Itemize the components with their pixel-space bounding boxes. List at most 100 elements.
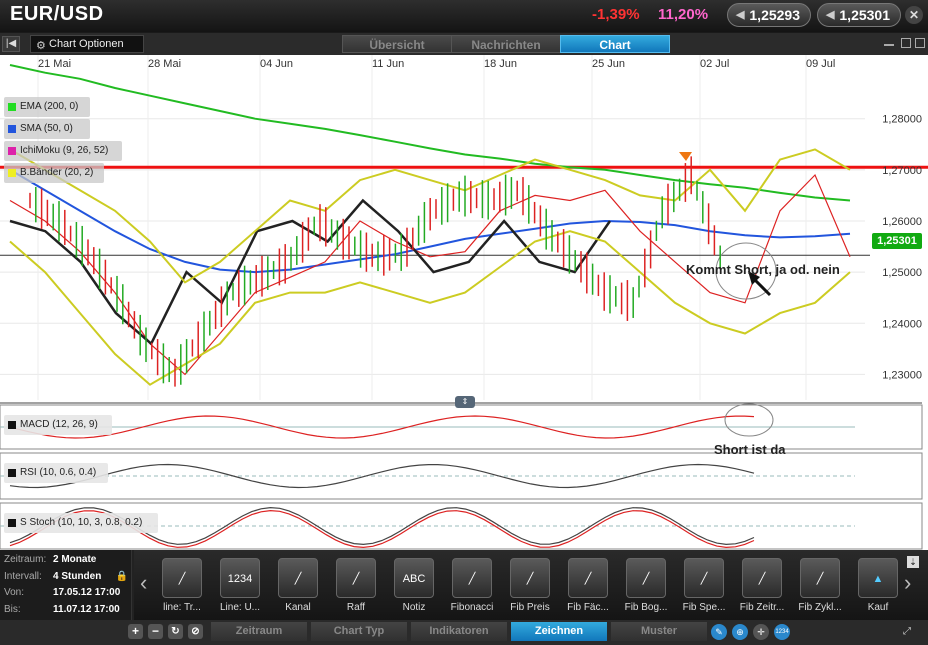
bollinger-swatch <box>8 169 16 177</box>
chart-options-button[interactable]: ⚙ Chart Optionen <box>30 35 144 53</box>
tab-row: |◀ ⚙ Chart Optionen Übersicht Nachrichten… <box>0 33 928 55</box>
x-tick-label: 04 Jun <box>260 58 293 70</box>
y-tick-label: 1,23000 <box>882 369 922 381</box>
tools-next-icon[interactable]: › <box>904 570 911 596</box>
subpane-frame <box>0 452 923 500</box>
tab-nachrichten[interactable]: Nachrichten <box>451 35 561 53</box>
tab-muster[interactable]: Muster <box>611 622 707 641</box>
raff-icon: ╱ <box>336 558 376 598</box>
tool-note[interactable]: ABC Notiz <box>390 558 438 618</box>
x-tick-label: 02 Jul <box>700 58 729 70</box>
pen-icon[interactable]: ✎ <box>711 624 727 640</box>
tab-indikatoren[interactable]: Indikatoren <box>411 622 507 641</box>
bid-arrow-icon: ◀ <box>736 9 745 21</box>
sma-swatch <box>8 125 16 133</box>
restore-icon[interactable] <box>915 38 925 48</box>
tab-uebersicht[interactable]: Übersicht <box>342 35 452 53</box>
tool-channel[interactable]: ╱ Kanal <box>274 558 322 618</box>
tool-fib-fan[interactable]: ╱ Fib Fäc... <box>564 558 612 618</box>
collapse-icon[interactable]: ⇣ <box>907 556 919 568</box>
symbol-title: EUR/USD <box>10 3 104 25</box>
ask-button[interactable]: ◀ 1,25301 <box>817 3 901 27</box>
gear-icon: ⚙ <box>36 40 46 52</box>
fullscreen-icon[interactable]: ⤢ <box>892 625 922 639</box>
tool-hline-value[interactable]: 1234 Line: U... <box>216 558 264 618</box>
main-pane <box>0 55 928 403</box>
reset-icon[interactable]: ⊘ <box>188 624 203 639</box>
tab-chart-typ[interactable]: Chart Typ <box>311 622 407 641</box>
y-tick-label: 1,27000 <box>882 165 922 177</box>
tools-prev-icon[interactable]: ‹ <box>140 570 147 596</box>
fibonacci-icon: ╱ <box>452 558 492 598</box>
range-info: Zeitraum: 2 Monate Intervall: 4 Stunden 🔒 V… <box>0 550 132 620</box>
tool-label: line: Tr... <box>163 602 201 613</box>
tab-zeitraum[interactable]: Zeitraum <box>211 622 307 641</box>
chart-area[interactable]: 21 Mai 28 Mai 04 Jun 11 Jun 18 Jun 25 Jun 02 J… <box>0 55 928 550</box>
annotation-kommt-short[interactable]: Kommt Short, ja od. nein <box>686 262 840 277</box>
tool-fib-cycle[interactable]: ╱ Fib Zykl... <box>796 558 844 618</box>
tool-trendline[interactable]: ╱ line: Tr... <box>158 558 206 618</box>
legend-ema[interactable]: EMA (200, 0) <box>4 97 90 117</box>
intervall-row[interactable]: Intervall: 4 Stunden 🔒 <box>4 570 128 584</box>
ask-price: 1,25301 <box>839 7 890 23</box>
minimize-icon[interactable] <box>884 38 894 46</box>
legend-bollinger[interactable]: B.Bänder (20, 2) <box>4 163 104 183</box>
tool-label: Fib Zykl... <box>798 602 842 613</box>
tool-raff[interactable]: ╱ Raff <box>332 558 380 618</box>
bid-button[interactable]: ◀ 1,25293 <box>727 3 811 27</box>
tool-fibonacci[interactable]: ╱ Fibonacci <box>448 558 496 618</box>
channel-icon: ╱ <box>278 558 318 598</box>
zeitraum-row[interactable]: Zeitraum: 2 Monate <box>4 553 96 567</box>
legend-sma[interactable]: SMA (50, 0) <box>4 119 90 139</box>
volatility-percent: 11,20% <box>658 6 709 23</box>
rsi-label[interactable]: RSI (10, 0.6, 0.4) <box>4 463 108 483</box>
fib-price-icon: ╱ <box>510 558 550 598</box>
tool-label: Notiz <box>402 602 426 613</box>
macd-label[interactable]: MACD (12, 26, 9) <box>4 415 112 435</box>
close-icon[interactable]: ✕ <box>905 6 923 24</box>
buy-arrow-icon: ▲ <box>858 558 898 598</box>
ichimoku-swatch <box>8 147 16 155</box>
zoom-in-icon[interactable]: + <box>128 624 143 639</box>
tab-zeichnen[interactable]: Zeichnen <box>511 622 607 641</box>
tool-fib-spiral[interactable]: ╱ Fib Spe... <box>680 558 728 618</box>
tab-chart[interactable]: Chart <box>560 35 670 53</box>
y-tick-label: 1,24000 <box>882 318 922 330</box>
title-bar: EUR/USD -1,39% 11,20% ◀ 1,25293 ◀ 1,25301 … <box>0 0 928 32</box>
crosshair-icon[interactable]: ✛ <box>753 624 769 640</box>
legend-ichimoku[interactable]: IchiMoku (9, 26, 52) <box>4 141 122 161</box>
bottom-tabs: + − ↻ ⊘ Zeitraum Chart Typ Indikatoren Z… <box>0 620 928 645</box>
last-price-badge: 1,25301 <box>872 233 922 249</box>
stoch-label[interactable]: S Stoch (10, 10, 3, 0.8, 0.2) <box>4 513 158 533</box>
fib-fan-icon: ╱ <box>568 558 608 598</box>
tool-label: Fib Bog... <box>624 602 668 613</box>
ema-swatch <box>8 103 16 111</box>
annotation-short-ist-da[interactable]: Short ist da <box>714 442 786 457</box>
refresh-icon[interactable]: ↻ <box>168 624 183 639</box>
price-chart[interactable]: 21 Mai 28 Mai 04 Jun 11 Jun 18 Jun 25 Jun 02 J… <box>0 55 928 550</box>
change-percent: -1,39% <box>592 6 640 23</box>
value-badge-icon[interactable]: 1234 <box>774 624 790 640</box>
magnet-icon[interactable]: ⊕ <box>732 624 748 640</box>
zoom-out-icon[interactable]: − <box>148 624 163 639</box>
y-tick-label: 1,25000 <box>882 267 922 279</box>
tool-fib-time[interactable]: ╱ Fib Zeitr... <box>738 558 786 618</box>
pane-resize-icon[interactable]: ⇕ <box>455 396 475 408</box>
lock-icon[interactable]: 🔒 <box>116 570 128 584</box>
tool-label: Raff <box>346 602 366 613</box>
tool-label: Fibonacci <box>450 602 494 613</box>
tool-fib-price[interactable]: ╱ Fib Preis <box>506 558 554 618</box>
tool-label: Fib Fäc... <box>567 602 609 613</box>
x-tick-label: 18 Jun <box>484 58 517 70</box>
maximize-icon[interactable] <box>901 38 911 48</box>
tool-label: Kanal <box>285 602 311 613</box>
tool-label: Fib Spe... <box>682 602 726 613</box>
tool-buy-arrow[interactable]: ▲ Kauf <box>854 558 902 618</box>
x-tick-label: 11 Jun <box>372 58 404 70</box>
bis-row[interactable]: Bis: 11.07.12 17:00 <box>4 603 120 617</box>
von-row[interactable]: Von: 17.05.12 17:00 <box>4 586 120 600</box>
tool-label: Kauf <box>867 602 889 613</box>
chart-options-label: Chart Optionen <box>49 38 124 50</box>
tool-fib-arc[interactable]: ╱ Fib Bog... <box>622 558 670 618</box>
back-icon[interactable]: |◀ <box>2 36 20 52</box>
